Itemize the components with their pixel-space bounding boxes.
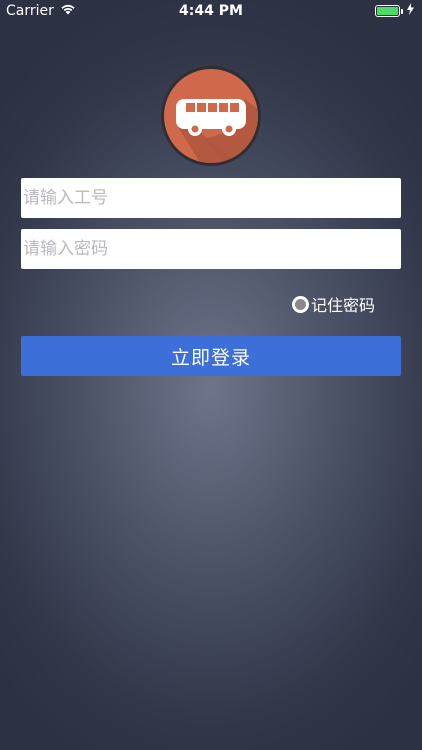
app-logo — [161, 66, 261, 166]
radio-dot — [295, 298, 306, 310]
status-bar: Carrier 4:44 PM — [0, 0, 422, 22]
remember-radio[interactable] — [292, 295, 309, 313]
battery-icon — [375, 5, 403, 17]
login-button[interactable]: 立即登录 — [21, 336, 401, 376]
status-time: 4:44 PM — [179, 3, 243, 19]
employee-id-input[interactable] — [21, 178, 401, 218]
password-input[interactable] — [21, 229, 401, 269]
remember-label: 记住密码 — [311, 296, 376, 315]
battery-fill — [377, 7, 398, 15]
battery-tip — [401, 9, 403, 14]
bus-icon — [164, 69, 258, 163]
remember-password-toggle[interactable]: 记住密码 — [292, 292, 375, 316]
